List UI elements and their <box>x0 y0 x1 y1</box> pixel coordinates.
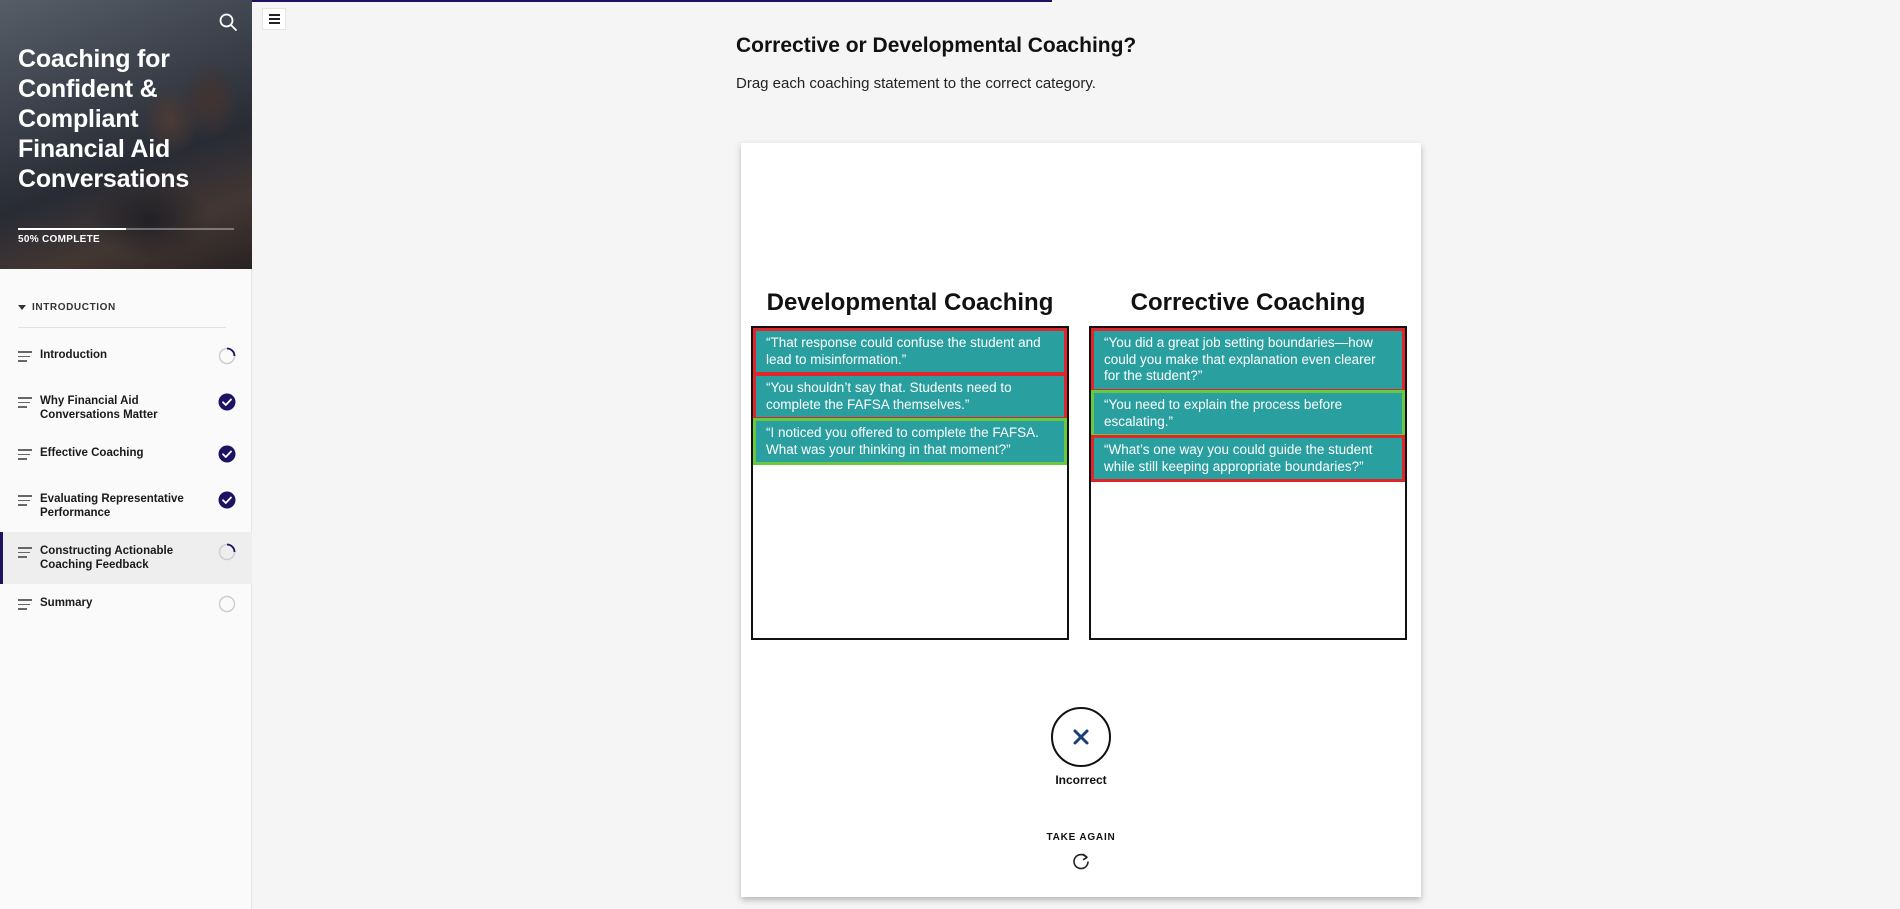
section-label: INTRODUCTION <box>32 302 116 313</box>
lesson-list-icon <box>18 449 32 463</box>
course-hero: Coaching for Confident & Compliant Finan… <box>0 0 252 269</box>
sidebar-item[interactable]: Summary <box>0 584 252 630</box>
lesson-list-icon <box>18 495 32 509</box>
check-circle-icon <box>218 491 236 509</box>
statement-tile[interactable]: “What’s one way you could guide the stud… <box>1091 435 1405 482</box>
sidebar-item-label: Introduction <box>40 349 108 361</box>
statement-tile[interactable]: “That response could confuse the student… <box>753 328 1067 375</box>
sidebar-item-label: Effective Coaching <box>40 447 144 459</box>
progress-ring-icon <box>218 543 236 561</box>
lesson-list-icon <box>18 351 32 365</box>
sidebar-item[interactable]: Why Financial Aid Conversations Matter <box>0 382 252 434</box>
menu-button[interactable] <box>262 8 286 30</box>
statement-tile[interactable]: “You did a great job setting boundaries—… <box>1091 328 1405 392</box>
course-title: Coaching for Confident & Compliant Finan… <box>18 45 190 193</box>
lesson-list-icon <box>18 599 32 613</box>
drag-drop-activity: Developmental Coaching Corrective Coachi… <box>741 143 1421 897</box>
drop-zone-corrective[interactable]: “You did a great job setting boundaries—… <box>1089 326 1407 640</box>
sidebar-item[interactable]: Constructing Actionable Coaching Feedbac… <box>0 532 252 584</box>
result-circle <box>1051 707 1111 767</box>
sidebar-item[interactable]: Introduction <box>0 336 252 382</box>
statement-tile[interactable]: “You need to explain the process before … <box>1091 390 1405 437</box>
lesson-instructions: Drag each coaching statement to the corr… <box>736 75 1096 92</box>
section-toggle-introduction[interactable]: INTRODUCTION <box>18 302 226 328</box>
sidebar-item[interactable]: Effective Coaching <box>0 434 252 480</box>
result-indicator: Incorrect <box>741 707 1421 787</box>
lesson-nav: Introduction Why Financial Aid Conversati… <box>0 336 252 630</box>
sidebar-item-label: Evaluating Representative Performance <box>40 493 184 519</box>
course-progress-fill <box>18 228 126 230</box>
sidebar-item[interactable]: Evaluating Representative Performance <box>0 480 252 532</box>
progress-ring-icon <box>218 347 236 365</box>
course-sidebar: Coaching for Confident & Compliant Finan… <box>0 0 252 909</box>
course-progress-label: 50% COMPLETE <box>18 234 100 245</box>
take-again-label: TAKE AGAIN <box>1046 832 1116 843</box>
lesson-content: Corrective or Developmental Coaching? Dr… <box>252 0 1900 909</box>
statement-tile[interactable]: “I noticed you offered to complete the F… <box>753 418 1067 465</box>
lesson-heading: Corrective or Developmental Coaching? <box>736 34 1137 57</box>
sidebar-item-label: Why Financial Aid Conversations Matter <box>40 395 158 421</box>
check-circle-icon <box>218 393 236 411</box>
drop-zone-developmental[interactable]: “That response could confuse the student… <box>751 326 1069 640</box>
course-progress-bar <box>18 228 234 230</box>
menu-icon <box>268 14 280 16</box>
result-label: Incorrect <box>1055 773 1107 787</box>
lesson-list-icon <box>18 547 32 561</box>
sidebar-item-label: Summary <box>40 597 93 609</box>
category-title-corrective: Corrective Coaching <box>1130 289 1366 316</box>
refresh-icon <box>1073 853 1089 870</box>
category-title-developmental: Developmental Coaching <box>766 289 1054 316</box>
take-again-button[interactable]: TAKE AGAIN <box>741 832 1421 873</box>
check-circle-icon <box>218 445 236 463</box>
sidebar-item-label: Constructing Actionable Coaching Feedbac… <box>40 545 174 571</box>
search-icon[interactable] <box>218 12 238 32</box>
lesson-list-icon <box>18 397 32 411</box>
x-icon <box>1073 729 1089 745</box>
statement-tile[interactable]: “You shouldn’t say that. Students need t… <box>753 373 1067 420</box>
lesson-progress-bar <box>252 0 1052 2</box>
empty-circle-icon <box>218 595 236 613</box>
caret-down-icon <box>18 305 26 310</box>
